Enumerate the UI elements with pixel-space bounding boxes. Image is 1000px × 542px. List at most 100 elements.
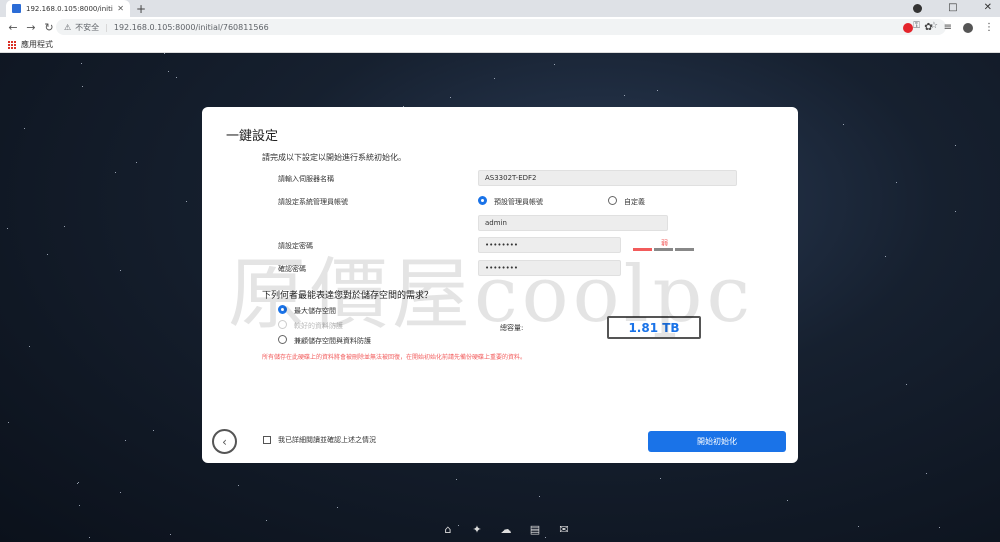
address-bar[interactable]: ⚠ 不安全 | 192.168.0.105:8000/initial/76081… — [56, 19, 946, 35]
background-star — [660, 478, 661, 479]
background-star — [896, 182, 897, 183]
confirm-password-input[interactable]: •••••••• — [478, 260, 621, 276]
admin-custom-label: 自定義 — [624, 198, 645, 206]
background-star — [120, 270, 121, 271]
background-star — [47, 254, 48, 255]
background-star — [456, 479, 457, 480]
background-star — [906, 384, 907, 385]
url-text[interactable]: 192.168.0.105:8000/initial/760811566 — [114, 23, 269, 32]
background-star — [29, 346, 30, 347]
background-star — [657, 90, 658, 91]
background-star — [7, 228, 8, 229]
forward-icon[interactable]: → — [22, 21, 40, 34]
media-control-icon[interactable]: ≡ — [944, 22, 952, 33]
extension-icon[interactable]: ✿ — [924, 22, 932, 33]
background-star — [926, 473, 927, 474]
background-star — [115, 172, 116, 173]
background-star — [955, 211, 956, 212]
tab-title: 192.168.0.105:8000/initial/760… — [26, 4, 113, 13]
minimize-icon[interactable]: – — [917, 2, 922, 13]
background-star — [77, 483, 78, 484]
admin-username-input[interactable]: admin — [478, 215, 668, 231]
background-star — [78, 482, 79, 483]
start-init-button[interactable]: 開始初始化 — [648, 431, 786, 452]
close-tab-icon[interactable]: ✕ — [117, 4, 124, 13]
strength-bar-3 — [675, 248, 694, 251]
storage-protect-label: 較好的資料防護 — [294, 322, 343, 330]
back-icon[interactable]: ← — [4, 21, 22, 34]
capacity-label: 總容量: — [500, 324, 524, 332]
storage-balance-label: 兼顧儲存空間與資料防護 — [294, 337, 371, 345]
bottom-dock: ⌂ ✦ ☁ ▤ ✉ — [440, 523, 572, 537]
close-window-icon[interactable]: ✕ — [984, 2, 992, 13]
cloud-download-icon[interactable]: ☁ — [498, 523, 514, 537]
apps-grid-icon[interactable] — [8, 40, 16, 49]
background-star — [120, 492, 121, 493]
background-star — [125, 440, 126, 441]
password-strength-meter — [633, 248, 694, 251]
background-star — [939, 527, 940, 528]
address-separator: | — [105, 22, 108, 32]
background-star — [450, 97, 451, 98]
background-star — [24, 128, 25, 129]
background-star — [545, 537, 546, 538]
insecure-label: 不安全 — [75, 22, 100, 32]
storage-max-radio[interactable] — [278, 305, 287, 314]
background-star — [843, 124, 844, 125]
admin-custom-radio[interactable] — [608, 196, 617, 205]
admin-default-label: 預設管理員帳號 — [494, 198, 543, 206]
admin-default-radio[interactable] — [478, 196, 487, 205]
profile-avatar-icon[interactable] — [963, 22, 973, 33]
background-star — [337, 507, 338, 508]
new-tab-button[interactable]: + — [136, 2, 146, 16]
admin-account-label: 請設定系統管理員帳號 — [278, 198, 348, 206]
background-star — [153, 430, 154, 431]
capacity-value: 1.81 TB — [607, 316, 701, 339]
background-star — [539, 496, 540, 497]
background-star — [8, 422, 9, 423]
bookmarks-bar: 應用程式 — [0, 37, 1000, 53]
password-input[interactable]: •••••••• — [478, 237, 621, 253]
background-star — [787, 500, 788, 501]
background-star — [858, 526, 859, 527]
setup-dialog: 一鍵設定 請完成以下設定以開始進行系統初始化。 請輸入伺服器名稱 AS3302T… — [202, 107, 798, 463]
bank-icon[interactable]: ⌂ — [440, 523, 456, 537]
confirm-checkbox[interactable] — [263, 436, 271, 444]
background-star — [82, 86, 83, 87]
storage-protect-radio — [278, 320, 287, 329]
apps-link[interactable]: 應用程式 — [21, 39, 53, 50]
mail-icon[interactable]: ✉ — [556, 523, 572, 537]
opera-extension-icon[interactable] — [903, 22, 914, 33]
site-favicon-icon — [12, 4, 21, 13]
browser-toolbar: ← → ↻ ⚠ 不安全 | 192.168.0.105:8000/initial… — [0, 17, 1000, 37]
puzzle-icon[interactable]: ✦ — [469, 523, 485, 537]
server-name-input[interactable]: AS3302T-EDF2 — [478, 170, 737, 186]
dialog-title: 一鍵設定 — [226, 129, 279, 144]
background-star — [238, 485, 239, 486]
browser-tab[interactable]: 192.168.0.105:8000/initial/760… ✕ — [6, 0, 130, 17]
chat-icon[interactable]: ▤ — [527, 523, 543, 537]
extension-icons: ✿ ≡ ⋮ — [903, 22, 994, 33]
background-star — [164, 53, 165, 54]
server-name-label: 請輸入伺服器名稱 — [278, 175, 334, 183]
back-button[interactable]: ‹ — [212, 429, 237, 454]
background-star — [494, 78, 495, 79]
password-strength-text: 弱 — [661, 239, 668, 247]
chevron-left-icon: ‹ — [222, 434, 227, 449]
strength-bar-2 — [654, 248, 673, 251]
background-star — [89, 537, 90, 538]
background-star — [81, 63, 82, 64]
background-star — [170, 534, 171, 535]
storage-max-label: 最大儲存空間 — [294, 307, 336, 315]
window-controls: – □ ✕ — [917, 2, 992, 13]
background-star — [624, 95, 625, 96]
maximize-icon[interactable]: □ — [948, 2, 957, 13]
menu-dots-icon[interactable]: ⋮ — [984, 22, 994, 33]
background-star — [955, 145, 956, 146]
background-star — [79, 505, 80, 506]
dialog-intro: 請完成以下設定以開始進行系統初始化。 — [262, 153, 406, 162]
background-star — [186, 201, 187, 202]
warning-icon: ⚠ — [64, 22, 72, 32]
storage-balance-radio[interactable] — [278, 335, 287, 344]
password-label: 請設定密碼 — [278, 242, 313, 250]
